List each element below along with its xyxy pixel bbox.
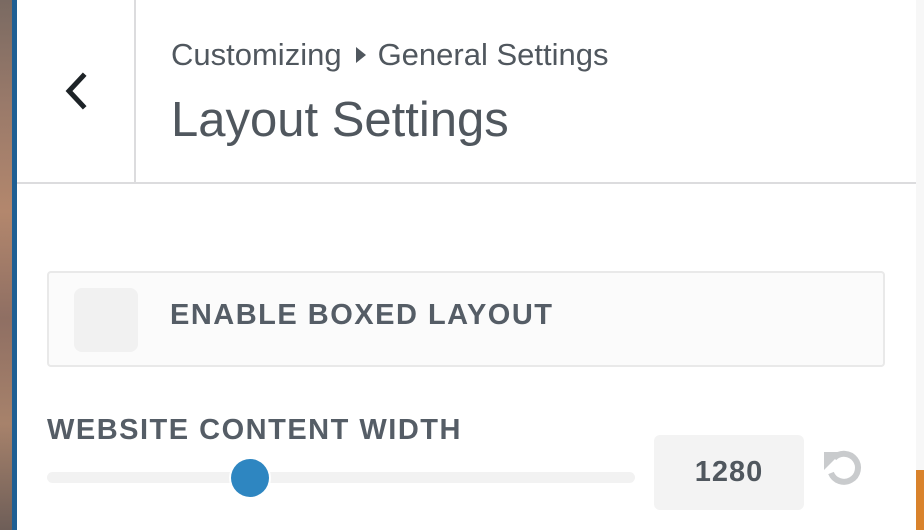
boxed-layout-option: ENABLE BOXED LAYOUT [47, 271, 885, 367]
preview-accent-edge [916, 470, 924, 530]
title-area: Customizing General Settings Layout Sett… [171, 36, 608, 148]
slider-handle[interactable] [230, 459, 269, 497]
page-title: Layout Settings [171, 93, 509, 147]
content-width-input[interactable] [654, 435, 804, 510]
background-image-edge [0, 0, 12, 530]
back-button[interactable] [17, 0, 136, 182]
boxed-layout-label: ENABLE BOXED LAYOUT [170, 299, 554, 331]
caret-right-icon [355, 47, 366, 63]
breadcrumb: Customizing General Settings [171, 36, 608, 74]
breadcrumb-root: Customizing [171, 37, 342, 72]
content-width-label: WEBSITE CONTENT WIDTH [47, 414, 462, 446]
content-width-slider[interactable] [47, 459, 635, 497]
customizer-panel: Customizing General Settings Layout Sett… [17, 0, 916, 530]
boxed-layout-checkbox[interactable] [74, 288, 138, 352]
preview-edge [916, 0, 924, 530]
reset-button[interactable] [822, 446, 864, 488]
breadcrumb-current: General Settings [377, 37, 609, 72]
section-header: Customizing General Settings Layout Sett… [17, 0, 916, 184]
undo-icon [824, 450, 861, 485]
chevron-left-icon [65, 72, 87, 110]
